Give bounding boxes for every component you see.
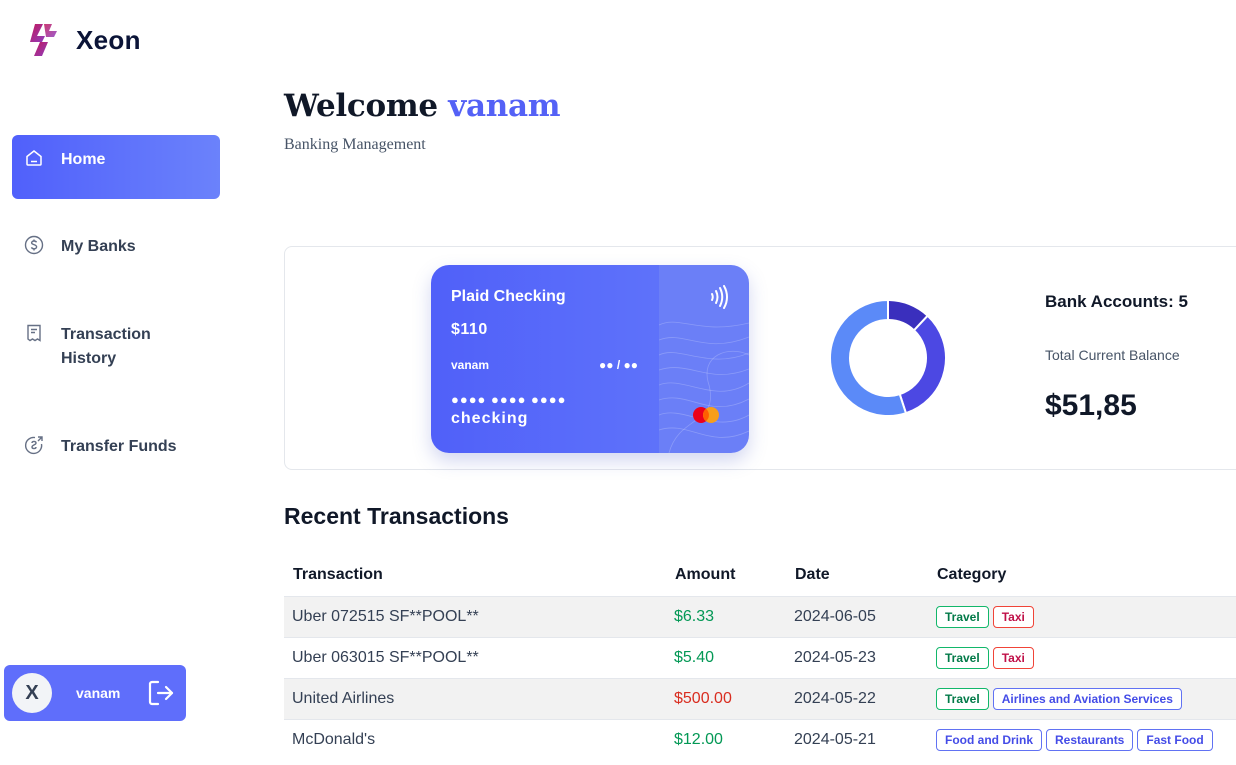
sidebar-item-home[interactable]: Home	[12, 135, 220, 199]
logout-icon[interactable]	[146, 678, 176, 708]
card-account-name: Plaid Checking	[451, 288, 566, 305]
table-row[interactable]: Uber 072515 SF**POOL** $6.33 2024-06-05 Tra…	[284, 595, 1236, 637]
category-badge: Restaurants	[1046, 728, 1134, 751]
column-header-transaction[interactable]: Transaction	[284, 555, 666, 596]
total-balance-value: $51,85	[1045, 389, 1137, 422]
transaction-date: 2024-05-23	[786, 636, 928, 678]
welcome-username: vanam	[448, 88, 561, 124]
user-name: vanam	[76, 685, 121, 701]
donut-slice-1	[898, 314, 947, 415]
sidebar-item-label: Transfer Funds	[61, 438, 177, 455]
column-header-date[interactable]: Date	[786, 555, 928, 596]
transaction-category: Food and Drink Restaurants Fast Food	[928, 718, 1236, 760]
bank-card[interactable]: Plaid Checking $110 vanam ●● / ●● ●●●● ●…	[431, 265, 749, 453]
transaction-name: Uber 072515 SF**POOL**	[284, 595, 666, 637]
table-header-row: Transaction Amount Date Category	[284, 555, 1236, 596]
user-profile[interactable]: X vanam	[4, 665, 186, 721]
category-badge: Taxi	[992, 646, 1034, 669]
recent-transactions-title: Recent Transactions	[284, 503, 509, 529]
card-pattern-panel	[658, 265, 749, 453]
transaction-category: Travel Airlines and Aviation Services	[928, 677, 1236, 719]
sidebar-item-transfer-funds[interactable]: Transfer Funds	[12, 435, 220, 459]
category-badge: Travel	[936, 605, 989, 628]
table-row[interactable]: Uber 063015 SF**POOL** $5.40 2024-05-23 Tra…	[284, 636, 1236, 678]
main-content: Welcome vanam Banking Management Plaid C…	[284, 0, 1236, 765]
category-badge: Travel	[936, 687, 989, 710]
category-badge: Airlines and Aviation Services	[992, 687, 1182, 710]
bank-accounts-count: Bank Accounts: 5	[1045, 292, 1188, 311]
transaction-amount: $12.00	[666, 718, 786, 760]
welcome-text: Welcome	[284, 88, 438, 124]
home-icon	[26, 150, 42, 166]
sidebar-item-label: Home	[61, 151, 106, 168]
card-number: ●●●● ●●●● ●●●●	[451, 392, 567, 407]
contactless-icon	[711, 285, 728, 309]
app-logo[interactable]: Xeon	[26, 22, 141, 58]
sidebar-item-label: My Banks	[61, 238, 136, 255]
column-header-amount[interactable]: Amount	[666, 555, 786, 596]
transaction-date: 2024-05-22	[786, 677, 928, 719]
sidebar-item-label: Transaction History	[61, 326, 151, 367]
table-row[interactable]: United Airlines $500.00 2024-05-22 Travel Ai…	[284, 677, 1236, 719]
mastercard-icon	[693, 407, 719, 423]
app-name: Xeon	[76, 24, 141, 55]
card-type: checking	[451, 410, 529, 427]
category-badge: Travel	[936, 646, 989, 669]
sidebar-item-transaction-history[interactable]: Transaction History	[12, 323, 220, 371]
transaction-name: United Airlines	[284, 677, 666, 719]
card-expiry: ●● / ●●	[599, 358, 638, 372]
category-badge: Taxi	[992, 605, 1034, 628]
transaction-category: Travel Taxi	[928, 595, 1236, 637]
avatar[interactable]: X	[12, 673, 52, 713]
receipt-icon	[27, 324, 41, 342]
transaction-date: 2024-05-21	[786, 718, 928, 760]
card-holder-name: vanam	[451, 358, 490, 372]
transactions-table: Transaction Amount Date Category Uber 07…	[284, 555, 1236, 760]
money-send-icon	[24, 436, 43, 455]
logo-icon	[30, 24, 57, 56]
card-body: Plaid Checking $110 vanam ●● / ●● ●●●● ●…	[431, 265, 659, 453]
dollar-circle-icon	[24, 235, 44, 255]
transaction-category: Travel Taxi	[928, 636, 1236, 678]
balance-doughnut-chart	[829, 299, 947, 417]
page-title: Welcome vanam	[284, 88, 561, 124]
transaction-name: McDonald's	[284, 718, 666, 760]
transaction-amount: $500.00	[666, 677, 786, 719]
transaction-amount: $6.33	[666, 595, 786, 637]
card-balance: $110	[451, 321, 488, 338]
sidebar: Xeon Home My Banks Transaction History T…	[0, 0, 232, 765]
page-subtitle: Banking Management	[284, 136, 426, 153]
table-row[interactable]: McDonald's $12.00 2024-05-21 Food and Drink…	[284, 718, 1236, 760]
column-header-category[interactable]: Category	[928, 555, 1236, 596]
total-balance-label: Total Current Balance	[1045, 347, 1180, 363]
category-badge: Food and Drink	[936, 728, 1042, 751]
sidebar-item-my-banks[interactable]: My Banks	[12, 235, 220, 259]
total-balance-box: Plaid Checking $110 vanam ●● / ●● ●●●● ●…	[284, 246, 1236, 470]
transaction-amount: $5.40	[666, 636, 786, 678]
transaction-name: Uber 063015 SF**POOL**	[284, 636, 666, 678]
transaction-date: 2024-06-05	[786, 595, 928, 637]
category-badge: Fast Food	[1137, 728, 1213, 751]
